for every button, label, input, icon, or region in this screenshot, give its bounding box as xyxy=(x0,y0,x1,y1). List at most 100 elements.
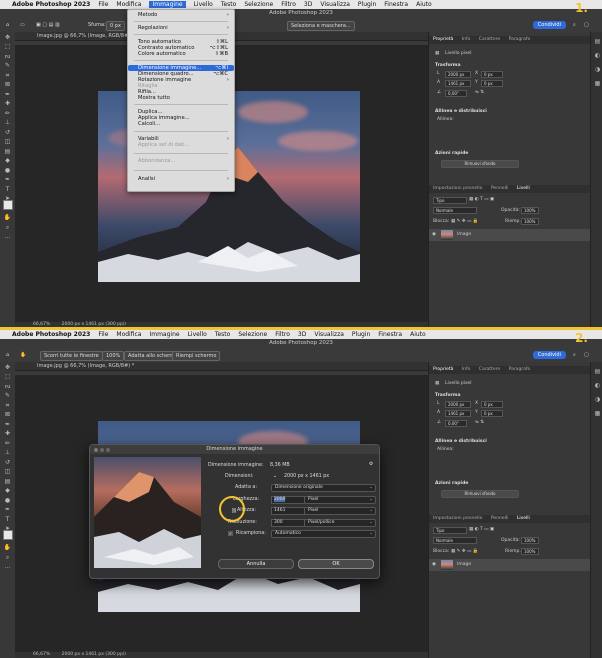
menu-plugin[interactable]: Plugin xyxy=(358,1,376,8)
more-tools-icon[interactable]: … xyxy=(2,233,13,241)
fit-to-select[interactable]: Dimensione originale ⌄ xyxy=(271,484,376,492)
settings-gear-icon[interactable]: ⚙ xyxy=(369,462,373,467)
menu-finestra[interactable]: Finestra xyxy=(384,1,408,8)
menu-file[interactable]: File xyxy=(98,1,108,8)
adjustments-panel-icon[interactable]: ◑ xyxy=(592,396,602,404)
layer-filter-select[interactable]: Tipo xyxy=(433,527,467,534)
menu-plugin[interactable]: Plugin xyxy=(352,331,370,338)
layer-name[interactable]: Image xyxy=(457,232,471,237)
menu-item-colore-automatico[interactable]: Colore automatico ⇧⌘B xyxy=(128,51,234,57)
menu-3d[interactable]: 3D xyxy=(298,331,306,338)
transform-section-title[interactable]: Trasforma xyxy=(435,393,461,398)
menu-filtro[interactable]: Filtro xyxy=(281,1,296,8)
eyedropper-icon[interactable]: ✒ xyxy=(2,91,13,99)
gradient-tool-icon[interactable]: ▤ xyxy=(2,148,13,156)
workspace-icon[interactable]: ▢ xyxy=(584,351,589,359)
resample-select[interactable]: Automatico ⌄ xyxy=(271,530,376,538)
fill-field[interactable]: 100% xyxy=(521,218,539,225)
lock-icons[interactable]: ▦ ✎ ✥ ▭ 🔒 xyxy=(451,219,478,224)
move-tool-icon[interactable]: ✥ xyxy=(2,364,13,372)
minimize-window-icon[interactable] xyxy=(100,448,104,452)
transform-angle-field[interactable]: 0,00° xyxy=(445,420,467,427)
blur-tool-icon[interactable]: ◆ xyxy=(2,157,13,165)
dimensions-chevron-icon[interactable]: ⌄ xyxy=(273,474,277,479)
remove-background-button[interactable]: Rimuovi sfondo xyxy=(441,160,519,168)
dialog-preview-image[interactable] xyxy=(94,457,201,568)
fill-screen-button[interactable]: Riempi schermo xyxy=(172,351,221,361)
transform-y-field[interactable]: 0 px xyxy=(481,80,503,87)
foreground-color-swatch[interactable] xyxy=(3,530,13,540)
zoom-tool-icon[interactable]: ⌕ xyxy=(2,224,13,232)
tab-carattere[interactable]: Carattere xyxy=(479,367,500,372)
marquee-tool-icon[interactable]: ⬚ xyxy=(2,43,13,51)
height-input[interactable]: 1461 xyxy=(271,507,305,515)
tab-info[interactable]: Info xyxy=(462,37,471,42)
menu-selezione[interactable]: Selezione xyxy=(238,331,267,338)
menu-testo[interactable]: Testo xyxy=(221,1,237,8)
history-brush-icon[interactable]: ↺ xyxy=(2,129,13,137)
history-brush-icon[interactable]: ↺ xyxy=(2,459,13,467)
visibility-eye-icon[interactable]: ◉ xyxy=(432,562,436,567)
transform-angle-field[interactable]: 0,00° xyxy=(445,90,467,97)
align-section-title[interactable]: Allinea e distribuisci xyxy=(435,439,487,444)
marquee-icon[interactable]: ▭ xyxy=(20,21,25,29)
foreground-color-swatch[interactable] xyxy=(3,200,13,210)
width-unit-select[interactable]: Pixel ⌄ xyxy=(304,496,376,504)
remove-background-button[interactable]: Rimuovi sfondo xyxy=(441,490,519,498)
flip-icons[interactable]: ⇋ ⇅ xyxy=(475,420,484,425)
ok-button[interactable]: OK xyxy=(298,559,374,569)
resolution-input[interactable]: 300 xyxy=(271,519,305,527)
dodge-tool-icon[interactable]: ● xyxy=(2,167,13,175)
menu-item-applica-set-dati[interactable]: Applica set di dati... xyxy=(128,142,234,148)
layer-row[interactable]: ◉ Image xyxy=(429,229,591,241)
healing-brush-icon[interactable]: ✚ xyxy=(2,100,13,108)
opacity-field[interactable]: 100% xyxy=(521,537,539,544)
search-icon[interactable]: ⌕ xyxy=(573,21,576,29)
tab-brushes[interactable]: Pennelli xyxy=(491,186,509,191)
menu-livello[interactable]: Livello xyxy=(194,1,213,8)
pen-tool-icon[interactable]: ✒ xyxy=(2,176,13,184)
type-tool-icon[interactable]: T xyxy=(2,516,13,524)
zoom-tool-icon[interactable]: ⌕ xyxy=(2,554,13,562)
tab-paragrafo[interactable]: Paragrafo xyxy=(509,37,531,42)
menu-modifica[interactable]: Modifica xyxy=(116,331,141,338)
blur-tool-icon[interactable]: ◆ xyxy=(2,487,13,495)
sfuma-field[interactable]: 0 px xyxy=(106,21,125,31)
opacity-field[interactable]: 100% xyxy=(521,207,539,214)
scroll-all-windows-checkbox[interactable]: Scorri tutte le finestre xyxy=(40,351,103,361)
brush-tool-icon[interactable]: ✏ xyxy=(2,440,13,448)
share-button[interactable]: Condividi xyxy=(532,351,566,359)
menu-visualizza[interactable]: Visualizza xyxy=(320,1,350,8)
tab-brushes[interactable]: Pennelli xyxy=(491,516,509,521)
tab-layers[interactable]: Livelli xyxy=(517,516,530,521)
quick-actions-title[interactable]: Azioni rapide xyxy=(435,481,468,486)
menu-aiuto[interactable]: Aiuto xyxy=(416,1,432,8)
tab-paragrafo[interactable]: Paragrafo xyxy=(509,367,531,372)
layer-row[interactable]: ◉ Image xyxy=(429,559,591,571)
workspace-icon[interactable]: ▢ xyxy=(584,21,589,29)
quick-actions-title[interactable]: Azioni rapide xyxy=(435,151,468,156)
lasso-tool-icon[interactable]: ᔓ xyxy=(2,383,13,391)
tab-carattere[interactable]: Carattere xyxy=(479,37,500,42)
document-tab[interactable]: Image.jpg @ 66,7% (Image, RGB/8#) * xyxy=(15,362,428,371)
menu-file[interactable]: File xyxy=(98,331,108,338)
transform-width-field[interactable]: 2000 px xyxy=(445,71,471,78)
libraries-panel-icon[interactable]: ▦ xyxy=(592,410,602,418)
menu-item-mostra-tutto[interactable]: Mostra tutto xyxy=(128,95,234,101)
blend-mode-select[interactable]: Normale xyxy=(433,207,477,214)
menu-modifica[interactable]: Modifica xyxy=(116,1,141,8)
hand-tool-icon[interactable]: ✋ xyxy=(2,544,13,552)
hand-icon[interactable]: ✋ xyxy=(20,351,26,359)
frame-tool-icon[interactable]: ⊠ xyxy=(2,81,13,89)
transform-x-field[interactable]: 0 px xyxy=(481,71,503,78)
resolution-unit-select[interactable]: Pixel/pollice ⌄ xyxy=(304,519,376,527)
more-tools-icon[interactable]: … xyxy=(2,563,13,571)
stamp-tool-icon[interactable]: ⊥ xyxy=(2,449,13,457)
menu-item-regolazioni[interactable]: Regolazioni › xyxy=(128,25,234,31)
layer-name[interactable]: Image xyxy=(457,562,471,567)
home-icon[interactable]: ⌂ xyxy=(6,21,9,29)
menu-item-analisi[interactable]: Analisi › xyxy=(128,176,234,182)
menu-testo[interactable]: Testo xyxy=(215,331,231,338)
color-panel-icon[interactable]: ◐ xyxy=(592,52,602,60)
visibility-eye-icon[interactable]: ◉ xyxy=(432,232,436,237)
